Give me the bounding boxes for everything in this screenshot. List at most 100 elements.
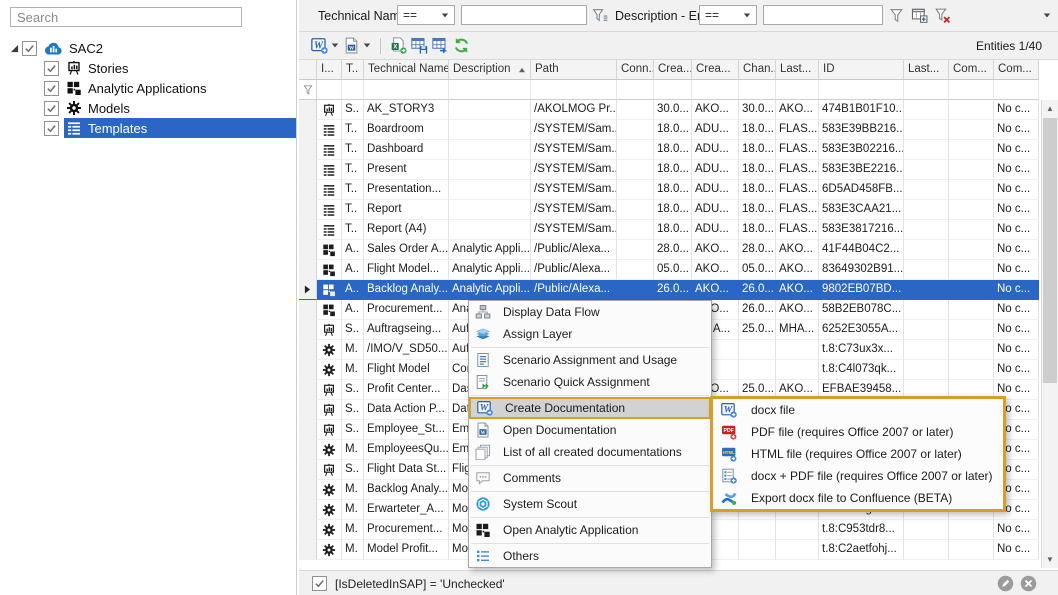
table-row[interactable]: A..Sales Order A...Analytic Appli.../Pub…: [299, 240, 1058, 260]
column-header-id[interactable]: ID: [819, 60, 904, 80]
save-grid-layout-button[interactable]: [409, 35, 430, 57]
vertical-scrollbar[interactable]: ▲ ▼: [1041, 100, 1058, 568]
menu-item-others[interactable]: Others: [469, 545, 711, 567]
status-filter-checkbox[interactable]: [312, 576, 327, 591]
column-header-t[interactable]: T..: [342, 60, 364, 80]
open-documentation-button[interactable]: W: [341, 35, 373, 57]
table-row[interactable]: S..AK_STORY3/AKOLMOG Pr...30.0...AKO...3…: [299, 100, 1058, 120]
auto-filter-cell-id[interactable]: [819, 80, 904, 100]
submenu-item-export-docx-file-to-confluence-beta-[interactable]: Export docx file to Confluence (BETA): [713, 487, 1003, 509]
column-header-icon[interactable]: I...: [317, 60, 342, 80]
close-icon[interactable]: [1020, 575, 1037, 592]
menu-item-list-of-all-created-documentations[interactable]: List of all created documentations: [469, 441, 711, 463]
cell-com1: [949, 120, 994, 140]
column-header-tech[interactable]: Technical Name: [364, 60, 449, 80]
table-row[interactable]: T..Report (A4)/SYSTEM/Sam...18.0...ADU..…: [299, 220, 1058, 240]
menu-item-display-data-flow[interactable]: Display Data Flow: [469, 301, 711, 323]
table-row[interactable]: T..Report/SYSTEM/Sam...18.0...ADU...18.0…: [299, 200, 1058, 220]
menu-item-scenario-quick-assignment[interactable]: Scenario Quick Assignment: [469, 371, 711, 393]
cell-tech: Profit Center...: [364, 380, 449, 400]
auto-filter-cell-conn[interactable]: [617, 80, 654, 100]
table-row[interactable]: T..Presentation.../SYSTEM/Sam...18.0...A…: [299, 180, 1058, 200]
filter-field-label: Description - En: [615, 9, 704, 23]
scroll-up-button[interactable]: ▲: [1042, 100, 1058, 117]
edit-icon[interactable]: [997, 575, 1014, 592]
menu-item-create-documentation[interactable]: WCreate Documentation: [469, 397, 711, 419]
funnel-icon[interactable]: [888, 7, 905, 24]
submenu-item-html-file-requires-office-2007-or-later-[interactable]: HTMLHTML file (requires Office 2007 or l…: [713, 443, 1003, 465]
tree-expander[interactable]: [6, 44, 22, 53]
sidebar-item-models[interactable]: Models: [0, 98, 296, 118]
sidebar-item-analytic-applications[interactable]: Analytic Applications: [0, 78, 296, 98]
table-row[interactable]: A..Backlog Analy...Analytic Appli.../Pub…: [299, 280, 1058, 300]
auto-filter-cell-crea1[interactable]: [654, 80, 692, 100]
column-header-path[interactable]: Path: [531, 60, 617, 80]
auto-filter-cell-icon[interactable]: [317, 80, 342, 100]
funnel-clear-icon[interactable]: [934, 7, 951, 24]
auto-filter-cell-crea2[interactable]: [692, 80, 739, 100]
auto-filter-cell-last1[interactable]: [776, 80, 819, 100]
auto-filter-cell-last2[interactable]: [904, 80, 949, 100]
auto-filter-cell-chan[interactable]: [739, 80, 776, 100]
column-header-chan[interactable]: Chan...: [739, 60, 776, 80]
submenu-item-docx-pdf-file-requires-office-2007-or-later-[interactable]: docx + PDF file (requires Office 2007 or…: [713, 465, 1003, 487]
menu-item-comments[interactable]: Comments: [469, 467, 711, 489]
table-row[interactable]: T..Boardroom/SYSTEM/Sam...18.0...ADU...1…: [299, 120, 1058, 140]
column-header-desc[interactable]: Description: [449, 60, 531, 80]
row-indicator: [299, 440, 317, 460]
cell-id: t.8:C953tdr8...: [819, 520, 904, 540]
scroll-down-button[interactable]: ▼: [1042, 551, 1058, 568]
search-input[interactable]: [10, 7, 242, 27]
tree-checkbox[interactable]: [22, 41, 37, 56]
auto-filter-cell-desc[interactable]: [449, 80, 531, 100]
tree-item-root[interactable]: SAC2: [0, 38, 296, 58]
export-excel-button[interactable]: X: [388, 35, 409, 57]
description-operator-select[interactable]: ==: [699, 5, 757, 25]
submenu-item-docx-file[interactable]: Wdocx file: [713, 399, 1003, 421]
chevron-down-icon[interactable]: [363, 43, 371, 48]
submenu-item-pdf-file-requires-office-2007-or-later-[interactable]: PDFPDF file (requires Office 2007 or lat…: [713, 421, 1003, 443]
menu-item-assign-layer[interactable]: Assign Layer: [469, 323, 711, 345]
table-row[interactable]: T..Dashboard/SYSTEM/Sam...18.0...ADU...1…: [299, 140, 1058, 160]
auto-filter-cell-tech[interactable]: [364, 80, 449, 100]
tree-checkbox[interactable]: [44, 121, 59, 136]
create-documentation-button[interactable]: W: [309, 35, 341, 57]
menu-item-open-documentation[interactable]: WOpen Documentation: [469, 419, 711, 441]
technical-name-operator-select[interactable]: ==: [397, 5, 455, 25]
cell-tech: Report (A4): [364, 220, 449, 240]
chevron-down-icon[interactable]: [331, 43, 339, 48]
chevron-down-icon[interactable]: [1043, 13, 1051, 18]
tree-checkbox[interactable]: [44, 81, 59, 96]
export-grid-button[interactable]: [430, 35, 451, 57]
column-header-last2[interactable]: Last...: [904, 60, 949, 80]
refresh-button[interactable]: [451, 35, 472, 57]
auto-filter-cell-com2[interactable]: [994, 80, 1039, 100]
column-header-com2[interactable]: Com...: [994, 60, 1039, 80]
table-row[interactable]: T..Present/SYSTEM/Sam...18.0...ADU...18.…: [299, 160, 1058, 180]
auto-filter-cell-t[interactable]: [342, 80, 364, 100]
tree-item-label: Analytic Applications: [88, 81, 207, 96]
scrollbar-thumb[interactable]: [1043, 118, 1057, 383]
column-header-crea2[interactable]: Crea...: [692, 60, 739, 80]
auto-filter-cell-path[interactable]: [531, 80, 617, 100]
menu-item-open-analytic-application[interactable]: Open Analytic Application: [469, 519, 711, 541]
funnel-lines-icon[interactable]: [592, 7, 609, 24]
technical-name-filter-input[interactable]: [461, 5, 587, 25]
menu-item-system-scout[interactable]: System Scout: [469, 493, 711, 515]
column-header-last1[interactable]: Last...: [776, 60, 819, 80]
tree-checkbox[interactable]: [44, 101, 59, 116]
sidebar-item-templates[interactable]: Templates: [0, 118, 296, 138]
check-icon: [314, 578, 325, 589]
column-header-crea1[interactable]: Crea...: [654, 60, 692, 80]
grid-plus-icon[interactable]: [911, 7, 928, 24]
tree-checkbox[interactable]: [44, 61, 59, 76]
column-header-conn[interactable]: Conn...: [617, 60, 654, 80]
description-filter-input[interactable]: [763, 5, 883, 25]
column-header-com1[interactable]: Com...: [949, 60, 994, 80]
auto-filter-cell-com1[interactable]: [949, 80, 994, 100]
sidebar-item-stories[interactable]: Stories: [0, 58, 296, 78]
submenu-item-label: HTML file (requires Office 2007 or later…: [751, 447, 962, 461]
menu-item-scenario-assignment-and-usage[interactable]: Scenario Assignment and Usage: [469, 349, 711, 371]
cell-last1: FLAS...: [776, 220, 819, 240]
table-row[interactable]: A..Flight Model...Analytic Appli.../Publ…: [299, 260, 1058, 280]
